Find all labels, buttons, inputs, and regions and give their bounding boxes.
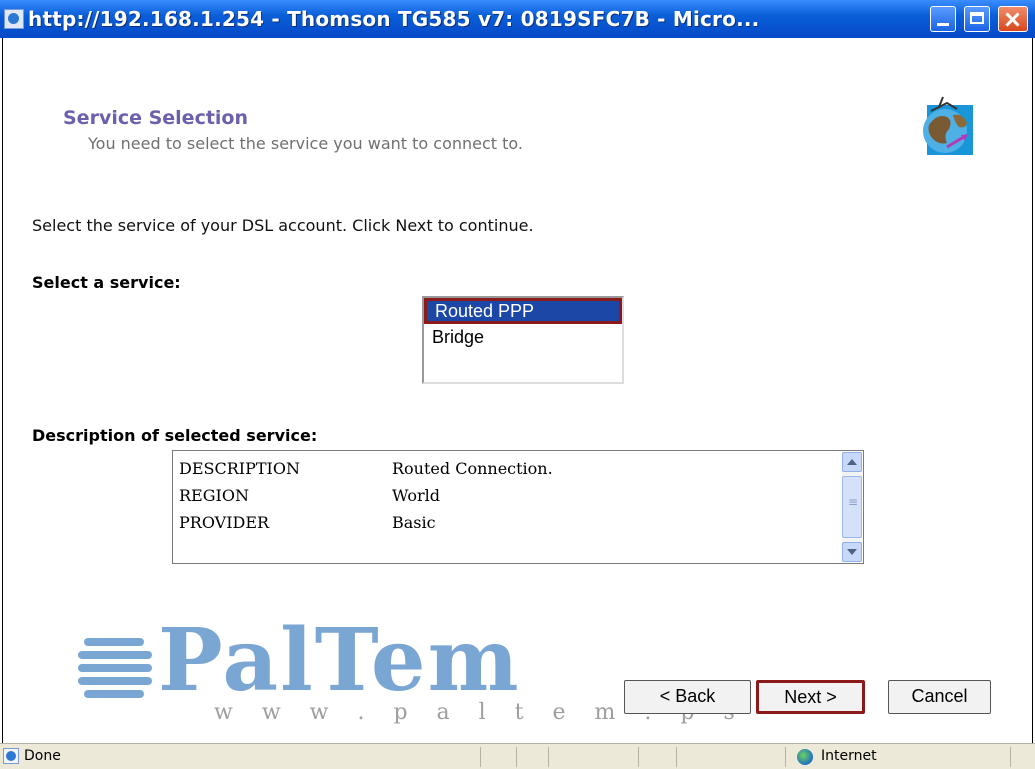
page-subtitle: You need to select the service you want …	[88, 134, 524, 153]
status-separator	[1010, 747, 1011, 767]
status-bar: Done Internet	[0, 743, 1035, 769]
scroll-thumb[interactable]	[842, 476, 862, 538]
description-label: Description of selected service:	[32, 426, 318, 445]
service-select-label: Select a service:	[32, 273, 181, 292]
status-separator	[480, 747, 481, 767]
status-text: Done	[24, 748, 61, 764]
scroll-down-icon[interactable]	[842, 542, 862, 562]
service-option-routed-ppp[interactable]: Routed PPP	[424, 298, 622, 324]
minimize-button[interactable]	[930, 6, 956, 32]
status-separator	[638, 747, 639, 767]
maximize-button[interactable]	[964, 6, 990, 32]
close-button[interactable]	[998, 6, 1028, 32]
security-zone-text: Internet	[821, 748, 877, 764]
description-key: DESCRIPTION	[179, 459, 300, 478]
back-button[interactable]: < Back	[624, 680, 751, 714]
provider-value: Basic	[392, 513, 436, 532]
scroll-up-icon[interactable]	[842, 452, 862, 472]
cancel-button[interactable]: Cancel	[888, 680, 991, 714]
provider-key: PROVIDER	[179, 513, 270, 532]
service-listbox[interactable]: Routed PPP Bridge	[422, 296, 624, 384]
status-separator	[676, 747, 677, 767]
description-textarea[interactable]: DESCRIPTION Routed Connection. REGION Wo…	[172, 450, 864, 564]
ie-page-icon	[4, 9, 24, 29]
status-separator	[785, 747, 786, 767]
watermark-logo-text: PalTem	[158, 610, 521, 711]
status-separator	[548, 747, 549, 767]
description-value: Routed Connection.	[392, 459, 553, 478]
service-option-bridge[interactable]: Bridge	[424, 324, 622, 350]
internet-globe-icon	[797, 749, 813, 765]
ie-page-icon	[3, 748, 19, 764]
window-titlebar[interactable]: http://192.168.1.254 - Thomson TG585 v7:…	[0, 0, 1035, 38]
region-value: World	[392, 486, 440, 505]
vertical-scrollbar[interactable]	[842, 452, 862, 562]
next-button[interactable]: Next >	[756, 680, 865, 714]
page-title: Service Selection	[63, 107, 249, 129]
instruction-text: Select the service of your DSL account. …	[32, 216, 534, 235]
region-key: REGION	[179, 486, 249, 505]
globe-network-icon	[923, 96, 973, 155]
paltem-logo-icon	[78, 638, 152, 710]
status-separator	[516, 747, 517, 767]
window-title: http://192.168.1.254 - Thomson TG585 v7:…	[28, 7, 760, 31]
